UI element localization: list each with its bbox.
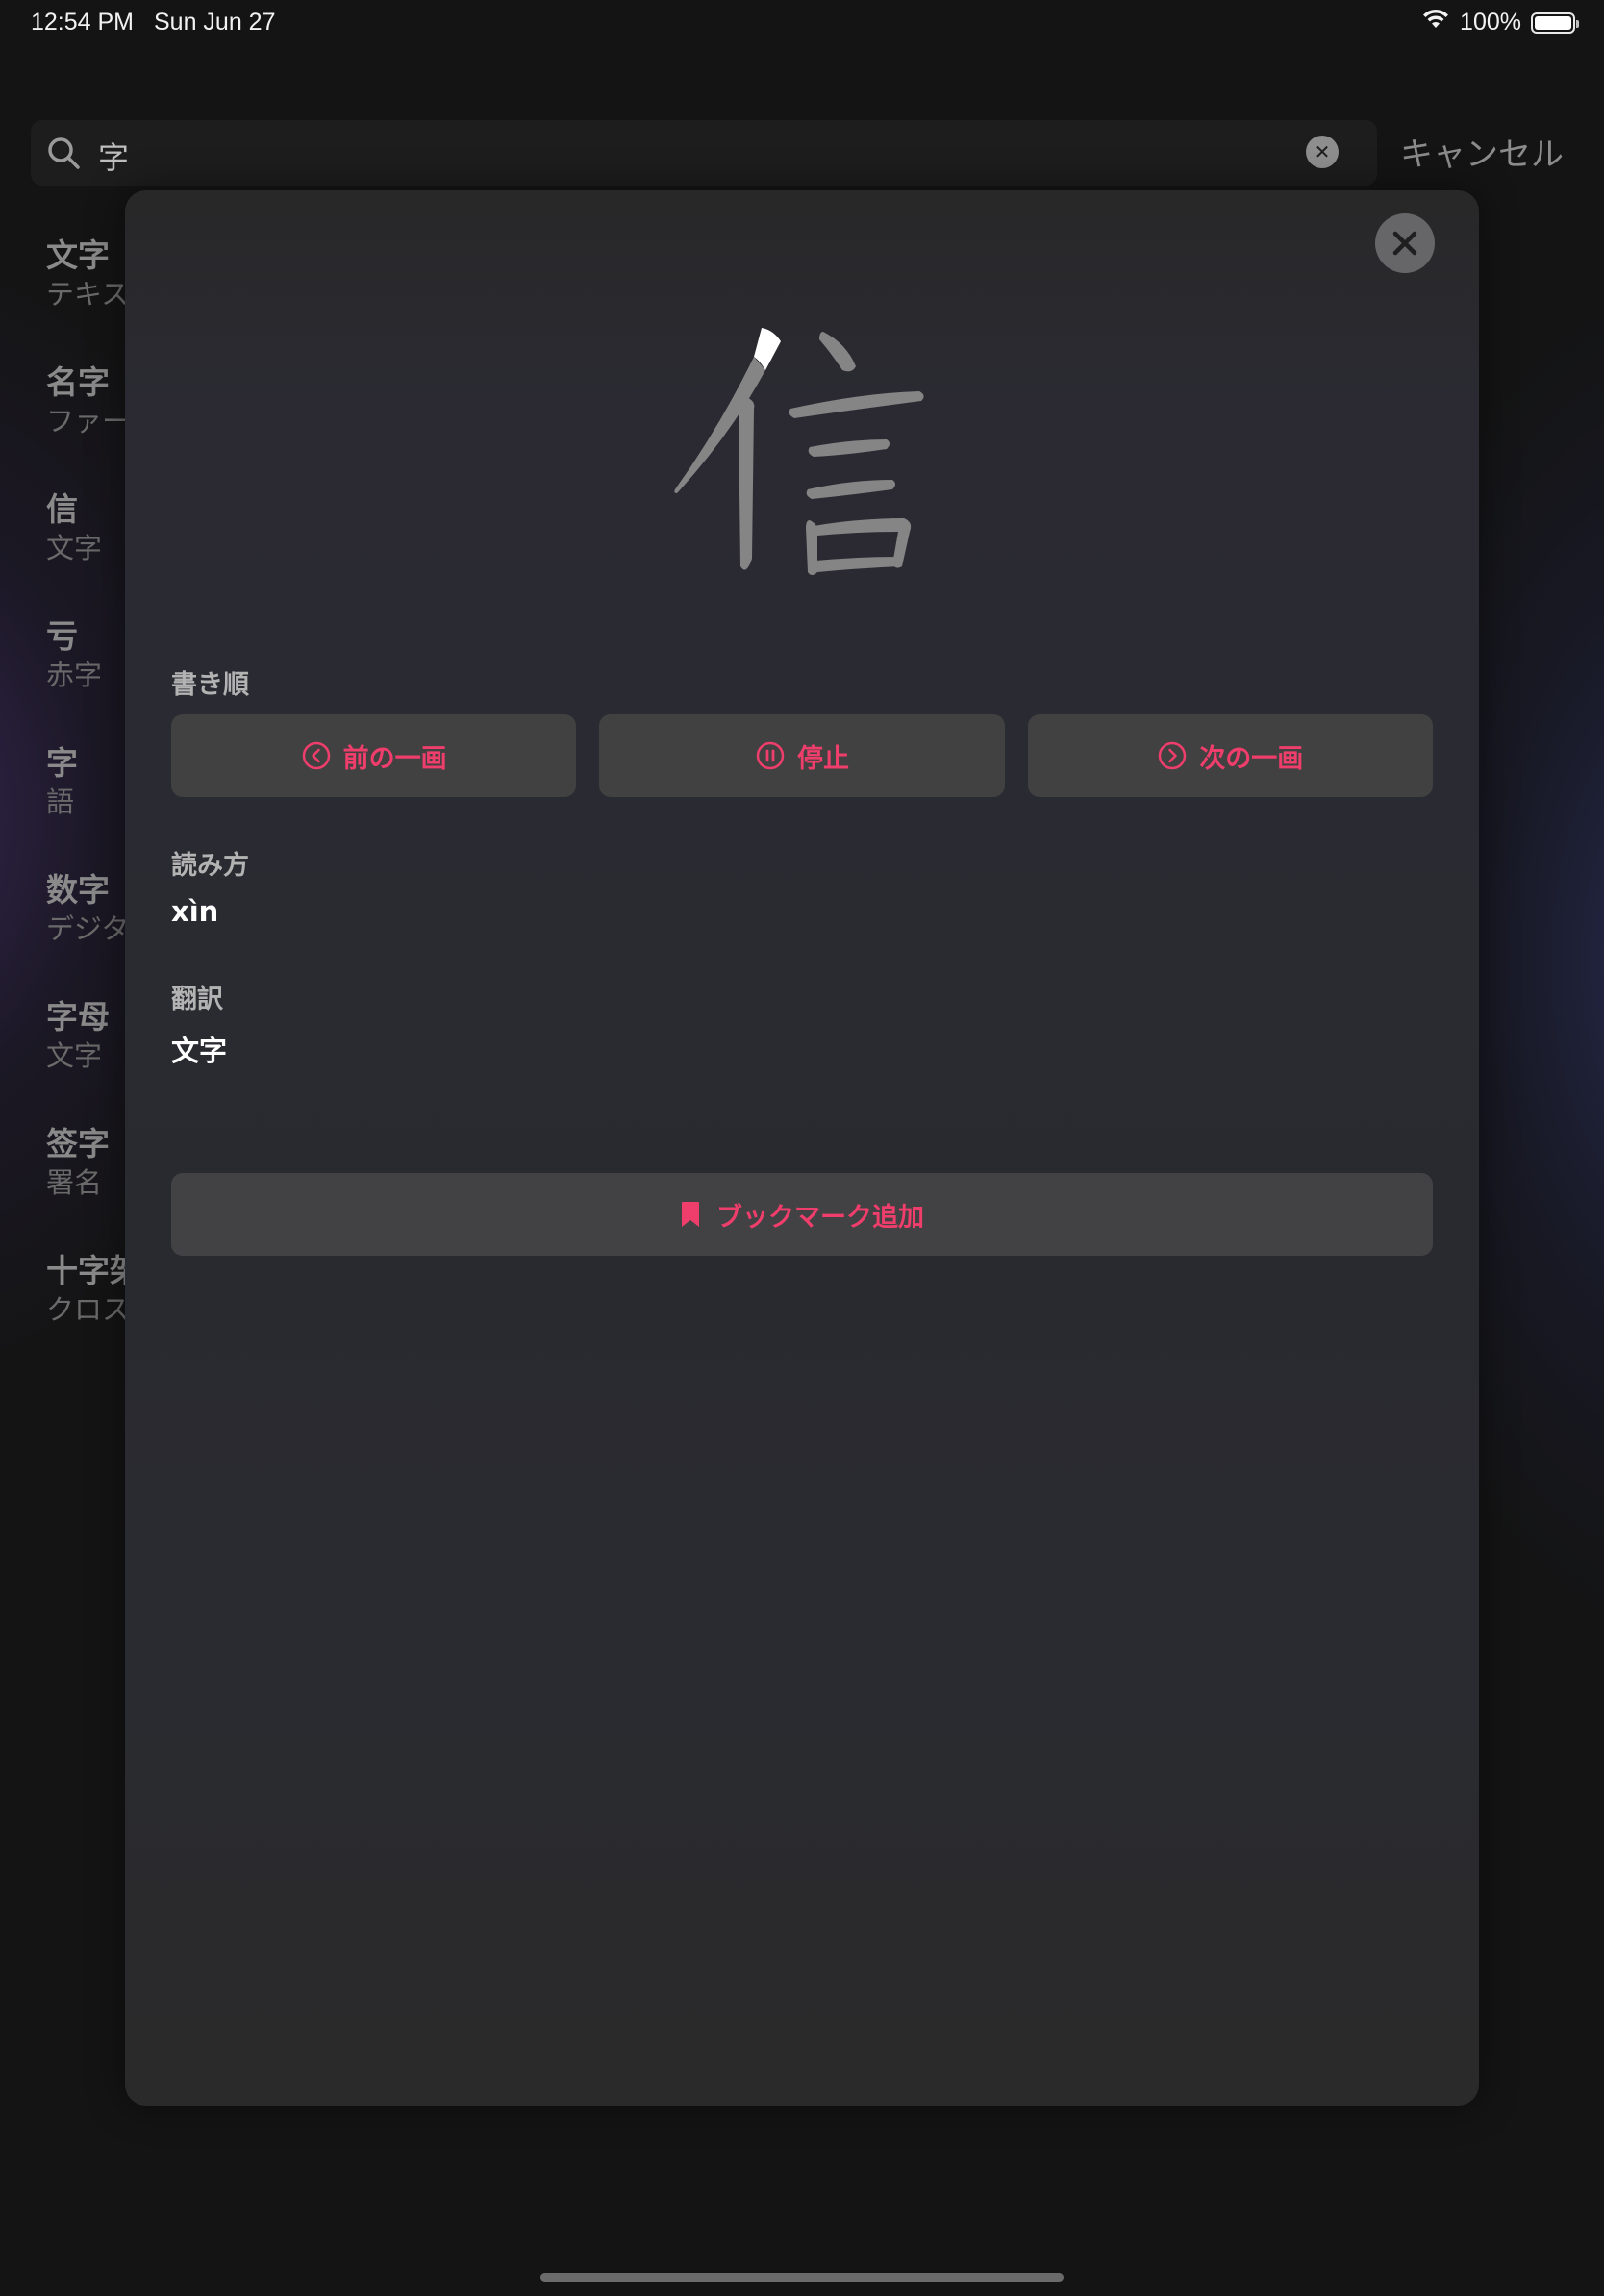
battery-tip — [1576, 19, 1579, 28]
add-bookmark-button[interactable]: ブックマーク追加 — [171, 1173, 1433, 1256]
translation-label: 翻訳 — [171, 985, 223, 1014]
stroke — [808, 439, 890, 457]
stroke — [806, 480, 895, 499]
close-icon — [1392, 231, 1417, 256]
next-stroke-button[interactable]: 次の一画 — [1027, 714, 1433, 797]
stroke — [739, 397, 755, 570]
stroke-order-animation — [674, 328, 924, 575]
stroke-controls: 前の一画 停止 次の一画 — [171, 714, 1433, 797]
translation-value: 文字 — [171, 1035, 228, 1067]
status-date: Sun Jun 27 — [154, 9, 276, 36]
bookmark-icon — [682, 1202, 699, 1227]
stop-label: 停止 — [796, 743, 849, 774]
stop-button[interactable]: 停止 — [599, 714, 1005, 797]
prev-stroke-button[interactable]: 前の一画 — [171, 714, 577, 797]
wifi-icon — [1421, 9, 1450, 37]
chevron-right-circle-icon — [1159, 741, 1187, 770]
status-bar: 12:54 PM Sun Jun 27 100% — [0, 0, 1604, 46]
reading-value: xìn — [171, 895, 219, 928]
status-time: 12:54 PM — [31, 9, 135, 36]
character-detail-sheet: 信 — [125, 190, 1479, 2106]
stroke — [789, 391, 924, 418]
search-icon — [44, 134, 83, 176]
pause-circle-icon — [756, 741, 785, 770]
battery-icon — [1531, 12, 1579, 34]
battery-fill — [1535, 15, 1571, 30]
reading-label: 読み方 — [171, 851, 249, 881]
next-stroke-label: 次の一画 — [1199, 743, 1304, 774]
screen: 12:54 PM Sun Jun 27 100% 字 ✕ キャンセル 文字 テキ… — [0, 0, 1604, 2296]
clear-icon[interactable]: ✕ — [1306, 136, 1339, 168]
search-bar[interactable]: 字 — [31, 120, 1377, 186]
bookmark-label: ブックマーク追加 — [716, 1202, 924, 1233]
home-indicator[interactable] — [540, 2273, 1064, 2282]
chevron-left-circle-icon — [302, 741, 330, 770]
status-indicators: 100% — [1421, 9, 1579, 37]
character-display: 信 — [639, 301, 965, 589]
search-input[interactable]: 字 — [98, 134, 129, 178]
battery-percent: 100% — [1460, 9, 1521, 36]
stroke-order-label: 書き順 — [171, 670, 249, 700]
close-button[interactable] — [1375, 213, 1435, 273]
cancel-button[interactable]: キャンセル — [1400, 128, 1564, 175]
prev-stroke-label: 前の一画 — [342, 743, 447, 774]
stroke — [819, 332, 856, 372]
stroke — [815, 557, 900, 572]
